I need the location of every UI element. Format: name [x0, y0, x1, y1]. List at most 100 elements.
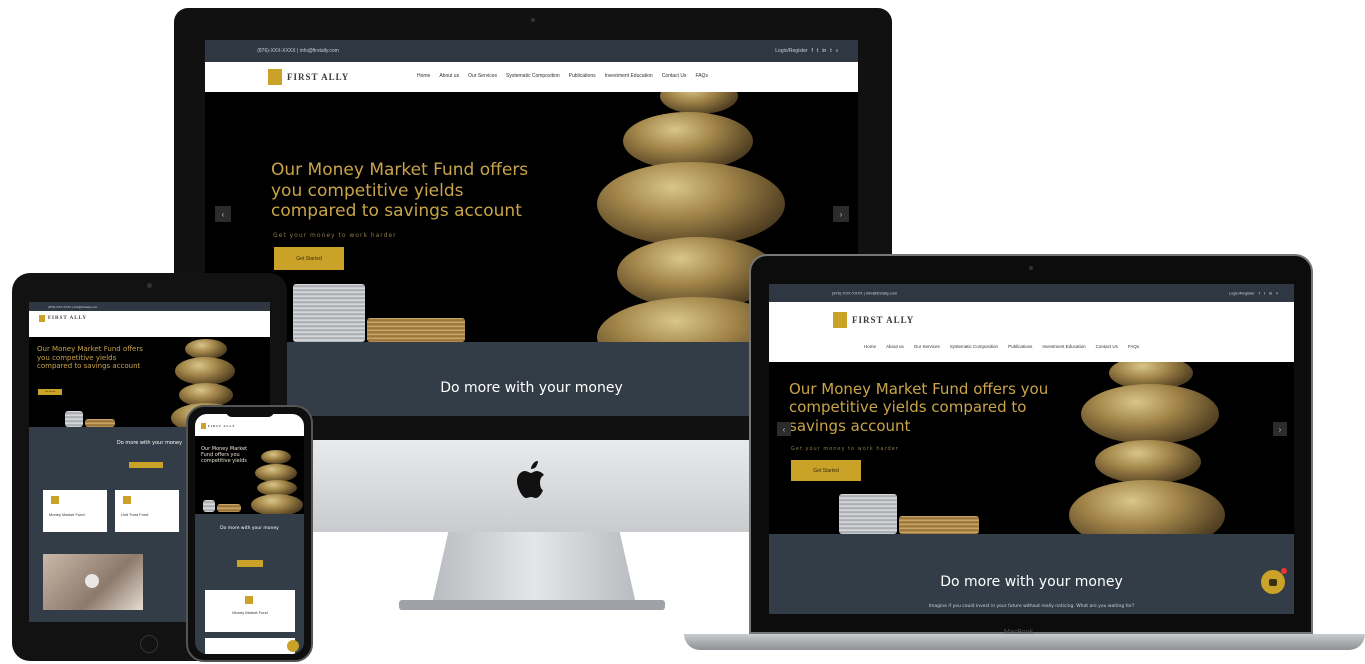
- logo-mark-icon: [268, 69, 282, 85]
- laptop-slider-next-button[interactable]: ›: [1273, 422, 1287, 436]
- nav-item-composition[interactable]: Systematic Composition: [950, 344, 998, 349]
- phone-logo-text: FIRST ALLY: [208, 424, 236, 428]
- play-icon[interactable]: [85, 574, 99, 588]
- main-menu: Home About us Our Services Systematic Co…: [417, 73, 708, 79]
- laptop-band: Do more with your money Imagine if you c…: [769, 534, 1294, 614]
- nav-item-about[interactable]: About us: [439, 73, 459, 79]
- laptop-slider-prev-button[interactable]: ‹: [777, 422, 791, 436]
- phone-band-cta[interactable]: [237, 560, 263, 567]
- tablet-band-cta[interactable]: [129, 462, 163, 468]
- linkedin-icon[interactable]: in: [822, 48, 826, 54]
- tablet-gold-coins: [85, 419, 115, 427]
- card-icon: [245, 596, 253, 604]
- laptop-topbar-contact[interactable]: (876)-XXX-XXXX | info@firstally.com: [832, 291, 897, 296]
- nav-item-home[interactable]: Home: [417, 73, 430, 79]
- laptop-stone-2: [1081, 384, 1219, 444]
- search-icon[interactable]: ⌕: [836, 48, 839, 54]
- chat-icon: [1269, 578, 1277, 586]
- phone-logo[interactable]: FIRST ALLY: [201, 423, 235, 429]
- laptop-band-subtitle: Imagine if you could invest in your futu…: [928, 604, 1135, 609]
- hero-subtitle: Get your money to work harder: [273, 232, 397, 239]
- laptop-stone-4: [1069, 480, 1225, 534]
- nav-item-education[interactable]: Investment Education: [1042, 344, 1085, 349]
- imac-camera: [531, 18, 535, 22]
- laptop-gold-coins: [899, 516, 979, 534]
- laptop: MacBook (876)-XXX-XXXX | info@firstally.…: [684, 254, 1365, 658]
- laptop-login-link[interactable]: Login/Register: [1229, 291, 1255, 296]
- tablet-logo[interactable]: FIRST ALLY: [39, 315, 87, 322]
- linkedin-icon[interactable]: in: [1269, 291, 1272, 296]
- nav-item-about[interactable]: About us: [886, 344, 904, 349]
- gold-coins: [367, 318, 465, 342]
- tablet-card-1[interactable]: Money Market Fund: [43, 490, 107, 532]
- nav-item-contact[interactable]: Contact Us: [662, 73, 687, 79]
- tablet-silver-coins: [65, 411, 83, 427]
- stone-top: [660, 92, 738, 114]
- chat-button[interactable]: [1261, 570, 1285, 594]
- topbar-contact[interactable]: (876)-XXX-XXXX | info@firstally.com: [257, 48, 339, 54]
- phone-card-title: Money Market Fund: [232, 610, 268, 615]
- nav-item-education[interactable]: Investment Education: [605, 73, 653, 79]
- nav-item-services[interactable]: Our Services: [914, 344, 940, 349]
- logo-mark-icon: [201, 423, 206, 429]
- phone-hero-title: Our Money Market Fund offers you competi…: [201, 446, 248, 465]
- get-started-button[interactable]: Get Started: [274, 247, 344, 270]
- hero-title: Our Money Market Fund offers you competi…: [271, 160, 529, 222]
- nav-item-faqs[interactable]: FAQs: [1128, 344, 1139, 349]
- nav-item-publications[interactable]: Publications: [1008, 344, 1032, 349]
- tablet-navbar: FIRST ALLY: [29, 311, 270, 337]
- laptop-silver-coins: [839, 494, 897, 534]
- notification-dot: [1281, 568, 1287, 574]
- laptop-camera: [1029, 266, 1033, 270]
- twitter-icon[interactable]: t: [817, 48, 818, 54]
- tablet-card-2[interactable]: Unit Trust Fund: [115, 490, 179, 532]
- nav-item-home[interactable]: Home: [864, 344, 876, 349]
- tablet-home-button[interactable]: [140, 635, 158, 653]
- imac-navbar: FIRST ALLY Home About us Our Services Sy…: [205, 62, 858, 92]
- laptop-get-started-button[interactable]: Get Started: [791, 460, 861, 481]
- nav-item-composition[interactable]: Systematic Composition: [506, 73, 560, 79]
- phone-screen: FIRST ALLY Our Money Market Fund offers …: [195, 414, 304, 654]
- login-link[interactable]: Login/Register: [775, 48, 807, 54]
- tablet-topbar-contact[interactable]: (876)-XXX-XXXX | info@firstally.com: [48, 305, 97, 309]
- tablet-camera: [147, 283, 152, 288]
- phone-notch: [226, 409, 274, 417]
- twitter-icon[interactable]: t: [1264, 291, 1265, 296]
- twitter-icon[interactable]: t: [830, 48, 831, 54]
- laptop-hero: Our Money Market Fund offers you competi…: [769, 362, 1294, 534]
- card-icon: [123, 496, 131, 504]
- facebook-icon[interactable]: f: [1259, 291, 1260, 296]
- topbar-right: Login/Register f t in t ⌕: [775, 48, 838, 54]
- phone-stone-1: [261, 450, 291, 464]
- laptop-band-title: Do more with your money: [940, 574, 1123, 590]
- nav-item-faqs[interactable]: FAQs: [695, 73, 708, 79]
- laptop-menu: Home About us Our Services Systematic Co…: [864, 344, 1139, 349]
- laptop-logo-text: FIRST ALLY: [852, 315, 915, 325]
- phone-card-2[interactable]: [205, 638, 295, 654]
- logo-text: FIRST ALLY: [287, 72, 350, 82]
- tablet-card-2-title: Unit Trust Fund: [121, 512, 149, 517]
- slider-prev-button[interactable]: ‹: [215, 206, 231, 222]
- stone-3: [597, 162, 785, 246]
- slider-next-button[interactable]: ›: [833, 206, 849, 222]
- search-icon[interactable]: ⌕: [1276, 291, 1278, 296]
- tablet-stone-2: [175, 357, 235, 385]
- nav-item-publications[interactable]: Publications: [569, 73, 596, 79]
- imac-topbar: (876)-XXX-XXXX | info@firstally.com Logi…: [205, 40, 858, 62]
- phone-band-title: Do more with your money: [220, 526, 279, 531]
- nav-item-services[interactable]: Our Services: [468, 73, 497, 79]
- phone-card[interactable]: Money Market Fund: [205, 590, 295, 632]
- silver-coins: [293, 284, 365, 342]
- facebook-icon[interactable]: f: [812, 48, 813, 54]
- logo-mark-icon: [39, 315, 45, 322]
- tablet-cta[interactable]: Get Started: [38, 389, 62, 395]
- chat-button[interactable]: [287, 640, 299, 652]
- phone-hero: Our Money Market Fund offers you competi…: [195, 436, 304, 514]
- laptop-logo[interactable]: FIRST ALLY: [833, 312, 914, 328]
- site-logo[interactable]: FIRST ALLY: [268, 69, 349, 85]
- nav-item-contact[interactable]: Contact Us: [1096, 344, 1118, 349]
- tablet-topbar: (876)-XXX-XXXX | info@firstally.com: [29, 302, 270, 311]
- laptop-navbar: FIRST ALLY Home About us Our Services Sy…: [769, 302, 1294, 362]
- laptop-hero-subtitle: Get your money to work harder: [791, 446, 899, 452]
- imac-stand: [432, 532, 636, 604]
